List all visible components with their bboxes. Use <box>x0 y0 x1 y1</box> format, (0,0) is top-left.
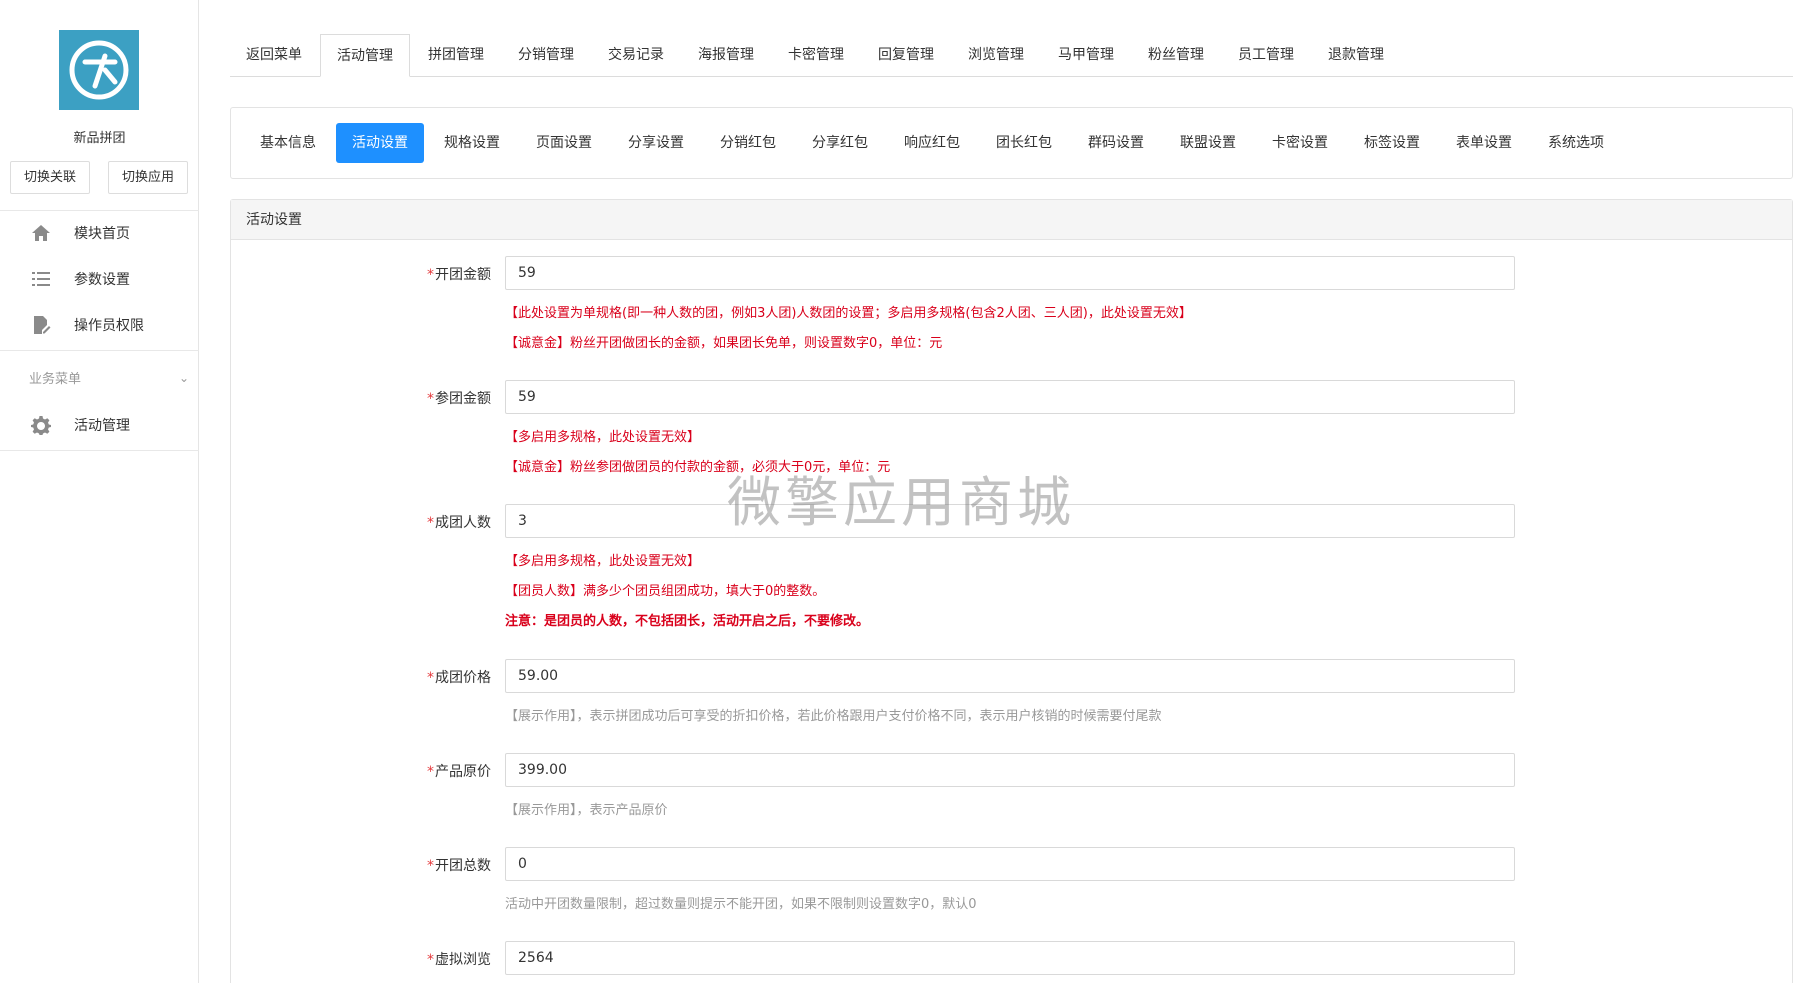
required-mark: * <box>427 391 434 407</box>
document-edit-icon <box>30 314 52 336</box>
sub-tab[interactable]: 联盟设置 <box>1164 123 1252 163</box>
field-label-text: 成团价格 <box>435 670 491 686</box>
sub-tab[interactable]: 团长红包 <box>980 123 1068 163</box>
required-mark: * <box>427 858 434 874</box>
home-icon <box>30 222 52 244</box>
open-amount-input[interactable] <box>505 256 1515 290</box>
top-tab[interactable]: 拼团管理 <box>412 34 500 76</box>
field-hint: 活动中开团数量限制，超过数量则提示不能开团，如果不限制则设置数字0，默认0 <box>505 897 977 912</box>
top-tab[interactable]: 返回菜单 <box>230 34 318 76</box>
sub-tab-bar: 基本信息 活动设置 规格设置 页面设置 分享设置 分销红包 分享红包 响应红包 团长红包 群码设置… <box>230 107 1793 179</box>
app-root: 新品拼团 切换关联 切换应用 模块首页 参数设置 操作员权限 业务菜单 ⌄ 活动… <box>0 0 1793 983</box>
top-tab[interactable]: 卡密管理 <box>772 34 860 76</box>
sidebar-item-activity[interactable]: 活动管理 <box>0 403 199 447</box>
field-hint: 【诚意金】粉丝参团做团员的付款的金额，必须大于0元，单位：元 <box>505 460 891 475</box>
required-mark: * <box>427 267 434 283</box>
top-tab[interactable]: 分销管理 <box>502 34 590 76</box>
sub-tab[interactable]: 标签设置 <box>1348 123 1436 163</box>
sub-tab[interactable]: 活动设置 <box>336 123 424 163</box>
sidebar-group-business[interactable]: 业务菜单 ⌄ <box>29 368 189 388</box>
field-warning: 注意：是团员的人数，不包括团长，活动开启之后，不要修改。 <box>505 614 870 629</box>
sidebar-item-params[interactable]: 参数设置 <box>0 257 199 301</box>
top-tab[interactable]: 交易记录 <box>592 34 680 76</box>
field-label: *成团人数 <box>231 512 491 532</box>
sub-tab[interactable]: 基本信息 <box>244 123 332 163</box>
sidebar-group-label: 业务菜单 <box>29 372 82 387</box>
original-price-input[interactable] <box>505 753 1515 787</box>
sub-tab[interactable]: 分享红包 <box>796 123 884 163</box>
sidebar-item-permissions[interactable]: 操作员权限 <box>0 303 199 347</box>
list-icon <box>30 268 52 290</box>
logo-icon <box>59 30 139 110</box>
field-label: *开团金额 <box>231 264 491 284</box>
sidebar-divider <box>0 350 199 351</box>
top-tab[interactable]: 退款管理 <box>1312 34 1400 76</box>
field-hint: 【团员人数】满多少个团员组团成功，填大于0的整数。 <box>505 584 826 599</box>
sub-tab[interactable]: 页面设置 <box>520 123 608 163</box>
group-price-input[interactable] <box>505 659 1515 693</box>
field-label: *参团金额 <box>231 388 491 408</box>
sub-tab[interactable]: 分享设置 <box>612 123 700 163</box>
sidebar-item-label: 活动管理 <box>74 418 130 434</box>
field-label: *产品原价 <box>231 761 491 781</box>
field-hint: 【展示作用】，表示拼团成功后可享受的折扣价格，若此价格跟用户支付价格不同，表示用… <box>505 709 1162 724</box>
top-tab-bar: 返回菜单 活动管理 拼团管理 分销管理 交易记录 海报管理 卡密管理 回复管理 浏览管理 马甲管理… <box>230 34 1793 77</box>
sidebar: 新品拼团 切换关联 切换应用 模块首页 参数设置 操作员权限 业务菜单 ⌄ 活动… <box>0 0 199 983</box>
sidebar-item-home[interactable]: 模块首页 <box>0 211 199 255</box>
group-size-input[interactable] <box>505 504 1515 538</box>
sidebar-divider <box>0 450 199 451</box>
top-tab[interactable]: 回复管理 <box>862 34 950 76</box>
top-tab[interactable]: 粉丝管理 <box>1132 34 1220 76</box>
virtual-views-input[interactable] <box>505 941 1515 975</box>
panel-title: 活动设置 <box>231 200 1792 240</box>
field-label-text: 参团金额 <box>435 391 491 407</box>
top-tab[interactable]: 活动管理 <box>320 34 410 77</box>
app-logo <box>59 30 139 110</box>
sub-tab[interactable]: 表单设置 <box>1440 123 1528 163</box>
chevron-down-icon: ⌄ <box>178 370 189 385</box>
field-hint: 【诚意金】粉丝开团做团长的金额，如果团长免单，则设置数字0，单位：元 <box>505 336 943 351</box>
join-amount-input[interactable] <box>505 380 1515 414</box>
field-hint: 【多启用多规格，此处设置无效】 <box>505 554 701 569</box>
top-tab[interactable]: 浏览管理 <box>952 34 1040 76</box>
field-label-text: 开团总数 <box>435 858 491 874</box>
sub-tab[interactable]: 群码设置 <box>1072 123 1160 163</box>
field-label-text: 虚拟浏览 <box>435 952 491 968</box>
sub-tab[interactable]: 响应红包 <box>888 123 976 163</box>
sub-tab[interactable]: 卡密设置 <box>1256 123 1344 163</box>
field-hint: 【此处设置为单规格(即一种人数的团，例如3人团)人数团的设置；多启用多规格(包含… <box>505 306 1192 321</box>
switch-link-button[interactable]: 切换关联 <box>10 161 90 194</box>
sub-tab[interactable]: 规格设置 <box>428 123 516 163</box>
open-total-input[interactable] <box>505 847 1515 881</box>
top-tab[interactable]: 海报管理 <box>682 34 770 76</box>
sidebar-item-label: 模块首页 <box>74 226 130 242</box>
field-label: *成团价格 <box>231 667 491 687</box>
field-hint: 【多启用多规格，此处设置无效】 <box>505 430 701 445</box>
field-label-text: 产品原价 <box>435 764 491 780</box>
field-label: *开团总数 <box>231 855 491 875</box>
top-tab[interactable]: 马甲管理 <box>1042 34 1130 76</box>
gear-icon <box>30 414 52 436</box>
sub-tab[interactable]: 系统选项 <box>1532 123 1620 163</box>
top-tab[interactable]: 员工管理 <box>1222 34 1310 76</box>
activity-settings-panel: 活动设置 *开团金额 【此处设置为单规格(即一种人数的团，例如3人团)人数团的设… <box>230 199 1793 983</box>
sidebar-item-label: 参数设置 <box>74 272 130 288</box>
sub-tab[interactable]: 分销红包 <box>704 123 792 163</box>
field-hint: 【展示作用】，表示产品原价 <box>505 803 668 818</box>
required-mark: * <box>427 515 434 531</box>
switch-app-button[interactable]: 切换应用 <box>108 161 188 194</box>
main-content: 返回菜单 活动管理 拼团管理 分销管理 交易记录 海报管理 卡密管理 回复管理 浏览管理 马甲管理… <box>230 0 1793 983</box>
field-label-text: 成团人数 <box>435 515 491 531</box>
field-label: *虚拟浏览 <box>231 949 491 969</box>
required-mark: * <box>427 764 434 780</box>
sidebar-item-label: 操作员权限 <box>74 318 144 334</box>
required-mark: * <box>427 670 434 686</box>
app-name: 新品拼团 <box>73 131 126 146</box>
field-label-text: 开团金额 <box>435 267 491 283</box>
required-mark: * <box>427 952 434 968</box>
